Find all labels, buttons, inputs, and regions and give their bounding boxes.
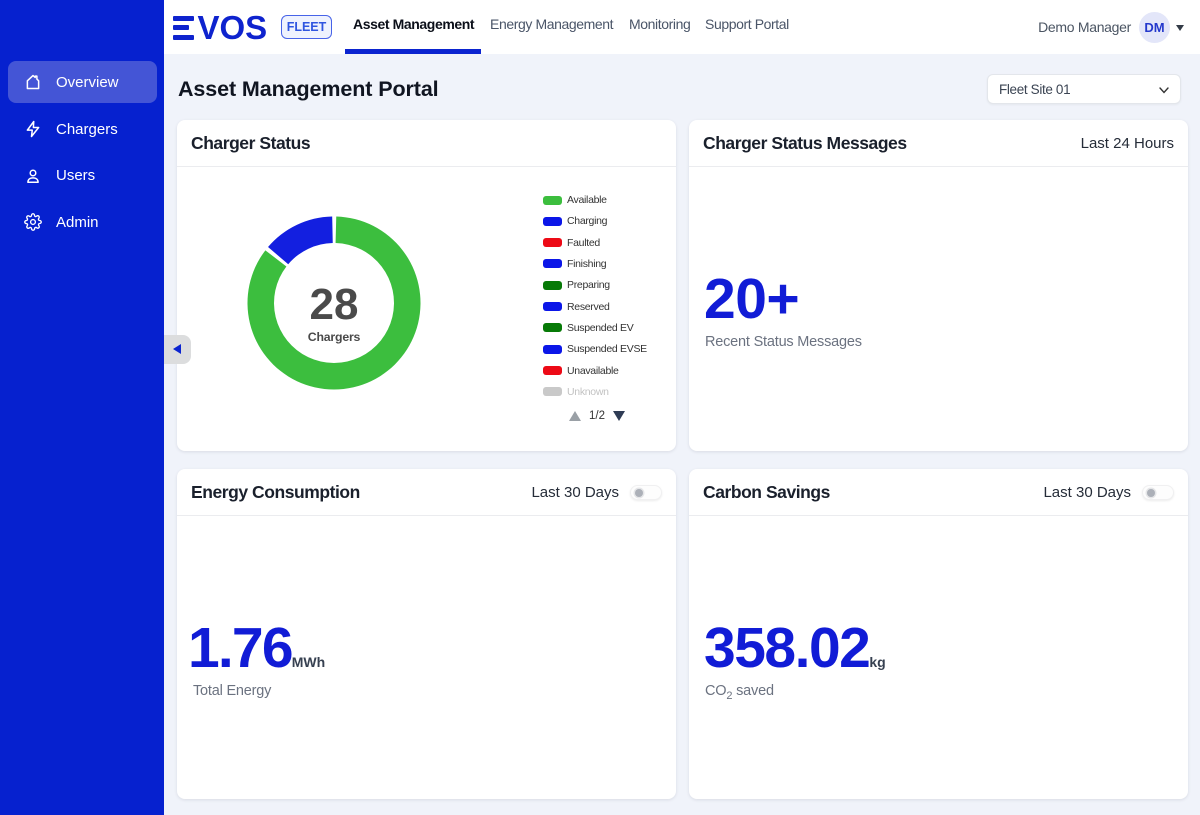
svg-text:Chargers: Chargers — [308, 330, 361, 344]
svg-text:28: 28 — [310, 280, 359, 329]
